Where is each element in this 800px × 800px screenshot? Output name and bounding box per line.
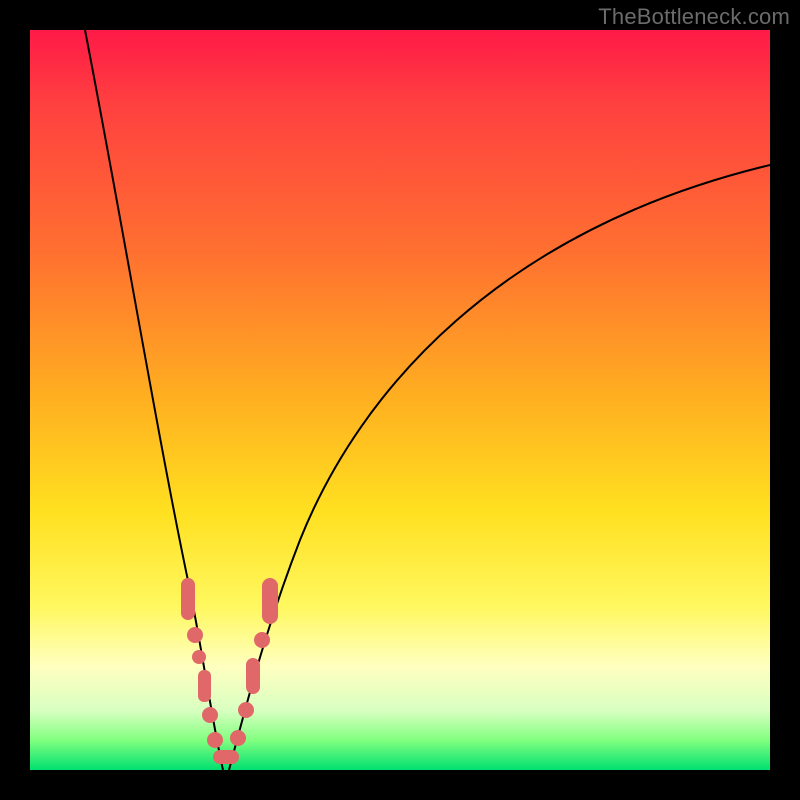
chart-frame: TheBottleneck.com <box>0 0 800 800</box>
marker-dot <box>207 732 223 748</box>
curve-layer <box>30 30 770 770</box>
marker-dot <box>213 750 239 764</box>
marker-dot <box>246 658 260 694</box>
marker-dot <box>187 627 203 643</box>
marker-dot <box>262 578 278 624</box>
marker-dot <box>238 702 254 718</box>
curve-right <box>229 165 770 770</box>
watermark-text: TheBottleneck.com <box>598 4 790 30</box>
marker-dot <box>192 650 206 664</box>
marker-dot <box>202 707 218 723</box>
marker-dot <box>181 578 195 620</box>
marker-dot <box>254 632 270 648</box>
plot-area <box>30 30 770 770</box>
marker-dot <box>198 670 211 702</box>
marker-dot <box>230 730 246 746</box>
